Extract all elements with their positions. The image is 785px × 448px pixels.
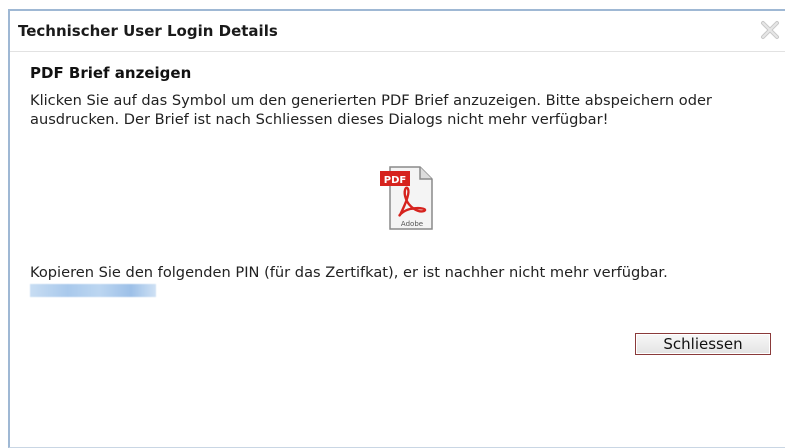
instruction-message: Klicken Sie auf das Symbol um den generi… (30, 92, 712, 128)
dialog-titlebar: Technischer User Login Details (10, 11, 785, 52)
dialog-content: PDF Brief anzeigen Klicken Sie auf das S… (30, 63, 775, 355)
pdf-icon-label: PDF (384, 175, 406, 186)
dialog-title: Technischer User Login Details (18, 22, 278, 40)
section-heading: PDF Brief anzeigen (30, 64, 192, 82)
pdf-file-icon[interactable]: PDF Adobe (372, 163, 442, 233)
close-button[interactable]: Schliessen (635, 333, 771, 355)
pin-value[interactable] (30, 284, 156, 297)
close-icon[interactable] (759, 19, 781, 41)
dialog: Technischer User Login Details PDF Brief… (8, 9, 785, 448)
pdf-icon-brand: Adobe (401, 220, 423, 228)
pin-instruction: Kopieren Sie den folgenden PIN (für das … (30, 264, 668, 281)
